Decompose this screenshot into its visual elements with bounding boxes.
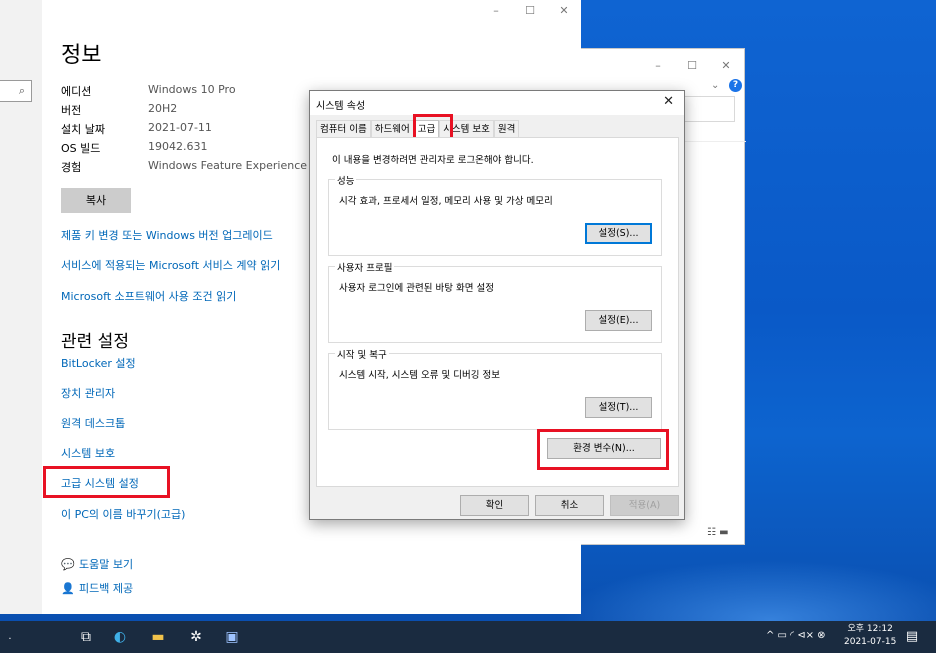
tab-remote[interactable]: 원격 [493, 120, 520, 138]
get-help-link[interactable]: 💬 도움말 보기 [61, 556, 133, 572]
license-terms-link[interactable]: Microsoft 소프트웨어 사용 조건 읽기 [61, 288, 236, 304]
close-icon[interactable]: ✕ [709, 59, 743, 72]
spec-label: OS 빌드 [61, 142, 101, 155]
system-protection-link[interactable]: 시스템 보호 [61, 445, 115, 461]
task-view-icon[interactable]: ⧉ [72, 621, 100, 653]
clock[interactable]: 오후 12:12 2021-07-15 [844, 623, 896, 649]
user-profiles-label: 사용자 프로필 [335, 260, 395, 274]
search-input[interactable]: ⌕ [0, 80, 32, 102]
dialog-title: 시스템 속성 [316, 101, 366, 112]
dialog-titlebar[interactable]: 시스템 속성 ✕ [310, 91, 684, 115]
service-agreement-link[interactable]: 서비스에 적용되는 Microsoft 서비스 계약 읽기 [61, 257, 280, 273]
feedback-label: 피드백 제공 [79, 582, 134, 595]
explorer-window-controls: – ☐ ✕ [641, 59, 743, 72]
search-fragment[interactable]: . [4, 621, 16, 653]
help-icon[interactable]: ? [729, 79, 742, 92]
page-title: 정보 [61, 43, 102, 68]
remote-desktop-link[interactable]: 원격 데스크톱 [61, 415, 125, 431]
taskbar: . ⧉ ◐ ▬ ✲ ▣ ^ ▭ ◜ ⊲× ⊗ 오후 12:12 2021-07-… [0, 621, 936, 653]
file-explorer-icon[interactable]: ▬ [144, 621, 172, 653]
tab-hardware[interactable]: 하드웨어 [370, 120, 414, 138]
copy-button[interactable]: 복사 [61, 188, 131, 213]
spec-value: 20H2 [148, 102, 178, 115]
apply-button: 적용(A) [610, 495, 679, 516]
view-toggle-icon[interactable]: ☷ ▬ [707, 527, 729, 538]
tab-computer-name[interactable]: 컴퓨터 이름 [316, 120, 371, 138]
spec-value: 19042.631 [148, 140, 208, 153]
feedback-link[interactable]: 👤 피드백 제공 [61, 580, 133, 596]
bitlocker-link[interactable]: BitLocker 설정 [61, 355, 136, 371]
system-app-icon[interactable]: ▣ [218, 621, 246, 653]
system-properties-dialog: 시스템 속성 ✕ 컴퓨터 이름 하드웨어 고급 시스템 보호 원격 이 내용을 … [309, 90, 685, 520]
minimize-icon[interactable]: – [641, 59, 675, 72]
settings-icon[interactable]: ✲ [182, 621, 210, 653]
performance-label: 성능 [335, 173, 357, 187]
startup-recovery-settings-button[interactable]: 설정(T)... [585, 397, 652, 418]
wallpaper-glow [560, 560, 936, 621]
startup-recovery-label: 시작 및 복구 [335, 347, 389, 361]
related-settings-heading: 관련 설정 [61, 332, 129, 352]
highlight-advanced-system [43, 466, 170, 498]
edge-icon[interactable]: ◐ [106, 621, 134, 653]
close-icon[interactable]: ✕ [547, 4, 581, 17]
minimize-icon[interactable]: – [479, 4, 513, 17]
spec-value: Windows 10 Pro [148, 83, 236, 96]
get-help-label: 도움말 보기 [79, 558, 134, 571]
feedback-icon: 👤 [61, 582, 75, 595]
user-profiles-group: 사용자 프로필 사용자 로그인에 관련된 바탕 화면 설정 설정(E)... [328, 260, 662, 343]
performance-settings-button[interactable]: 설정(S)... [585, 223, 652, 244]
system-tray-icons[interactable]: ^ ▭ ◜ ⊲× ⊗ [766, 630, 826, 641]
clock-time: 오후 12:12 [847, 624, 893, 634]
rename-pc-link[interactable]: 이 PC의 이름 바꾸기(고급) [61, 506, 185, 522]
user-profiles-desc: 사용자 로그인에 관련된 바탕 화면 설정 [339, 283, 494, 294]
cancel-button[interactable]: 취소 [535, 495, 604, 516]
help-chat-icon: 💬 [61, 558, 75, 571]
performance-group: 성능 시각 효과, 프로세서 일정, 메모리 사용 및 가상 메모리 설정(S)… [328, 173, 662, 256]
notifications-icon[interactable]: ▤ [902, 621, 922, 653]
spec-label: 경험 [61, 161, 82, 174]
startup-recovery-group: 시작 및 복구 시스템 시작, 시스템 오류 및 디버깅 정보 설정(T)... [328, 347, 662, 430]
admin-note: 이 내용을 변경하려면 관리자로 로그온해야 합니다. [332, 155, 534, 166]
maximize-icon[interactable]: ☐ [513, 4, 547, 17]
spec-value: Windows Feature Experience Pac [148, 159, 330, 172]
ok-button[interactable]: 확인 [460, 495, 529, 516]
spec-value: 2021-07-11 [148, 121, 212, 134]
maximize-icon[interactable]: ☐ [675, 59, 709, 72]
chevron-down-icon[interactable]: ⌄ [711, 80, 719, 91]
highlight-env-vars [537, 429, 669, 470]
spec-label: 버전 [61, 104, 82, 117]
product-key-link[interactable]: 제품 키 변경 또는 Windows 버전 업그레이드 [61, 227, 273, 243]
startup-recovery-desc: 시스템 시작, 시스템 오류 및 디버깅 정보 [339, 370, 500, 381]
performance-desc: 시각 효과, 프로세서 일정, 메모리 사용 및 가상 메모리 [339, 196, 553, 207]
window-controls: – ☐ ✕ [479, 4, 581, 17]
spec-label: 설치 날짜 [61, 123, 105, 136]
user-profiles-settings-button[interactable]: 설정(E)... [585, 310, 652, 331]
spec-label: 에디션 [61, 85, 92, 98]
device-manager-link[interactable]: 장치 관리자 [61, 385, 115, 401]
close-icon[interactable]: ✕ [663, 94, 674, 109]
search-icon: ⌕ [18, 84, 25, 97]
clock-date: 2021-07-15 [844, 637, 897, 647]
